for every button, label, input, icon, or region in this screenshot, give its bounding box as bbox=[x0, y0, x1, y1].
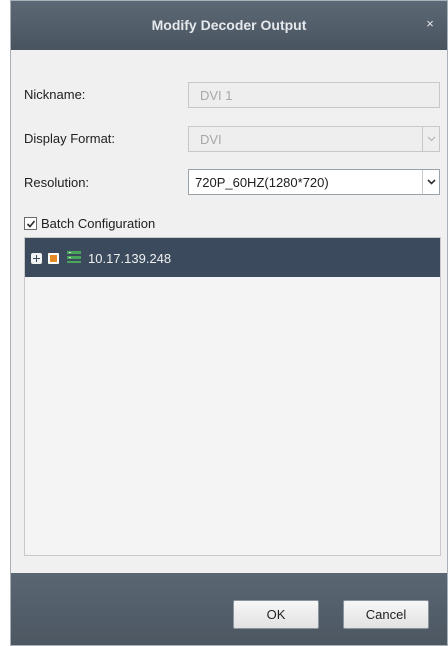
device-tree[interactable]: 10.17.139.248 bbox=[24, 237, 441, 556]
device-icon bbox=[66, 250, 82, 269]
nickname-field: DVI 1 bbox=[188, 82, 440, 108]
batch-configuration-label[interactable]: Batch Configuration bbox=[41, 216, 155, 231]
ok-button[interactable]: OK bbox=[233, 600, 319, 629]
display-format-label: Display Format: bbox=[24, 131, 116, 146]
chevron-down-icon[interactable] bbox=[422, 170, 439, 194]
expand-icon[interactable] bbox=[31, 253, 42, 264]
dialog-title: Modify Decoder Output bbox=[151, 17, 307, 33]
tree-node-label: 10.17.139.248 bbox=[88, 251, 172, 266]
close-icon[interactable]: × bbox=[423, 16, 437, 32]
modify-decoder-output-dialog: Modify Decoder Output × Nickname: DVI 1 … bbox=[10, 0, 448, 646]
dialog-footer: OK Cancel bbox=[11, 573, 447, 645]
chevron-down-icon bbox=[422, 127, 439, 151]
resolution-select[interactable]: 720P_60HZ(1280*720) bbox=[188, 169, 440, 195]
resolution-label: Resolution: bbox=[24, 175, 90, 190]
tree-checkbox[interactable] bbox=[48, 253, 59, 264]
batch-configuration-checkbox[interactable] bbox=[24, 217, 37, 230]
resolution-value: 720P_60HZ(1280*720) bbox=[195, 175, 329, 190]
cancel-button[interactable]: Cancel bbox=[343, 600, 429, 629]
nickname-value: DVI 1 bbox=[200, 88, 233, 103]
nickname-label: Nickname: bbox=[24, 87, 86, 102]
tree-node[interactable]: 10.17.139.248 bbox=[25, 238, 440, 277]
display-format-value: DVI bbox=[200, 132, 222, 147]
title-bar: Modify Decoder Output × bbox=[11, 1, 447, 50]
display-format-select: DVI bbox=[188, 126, 440, 152]
